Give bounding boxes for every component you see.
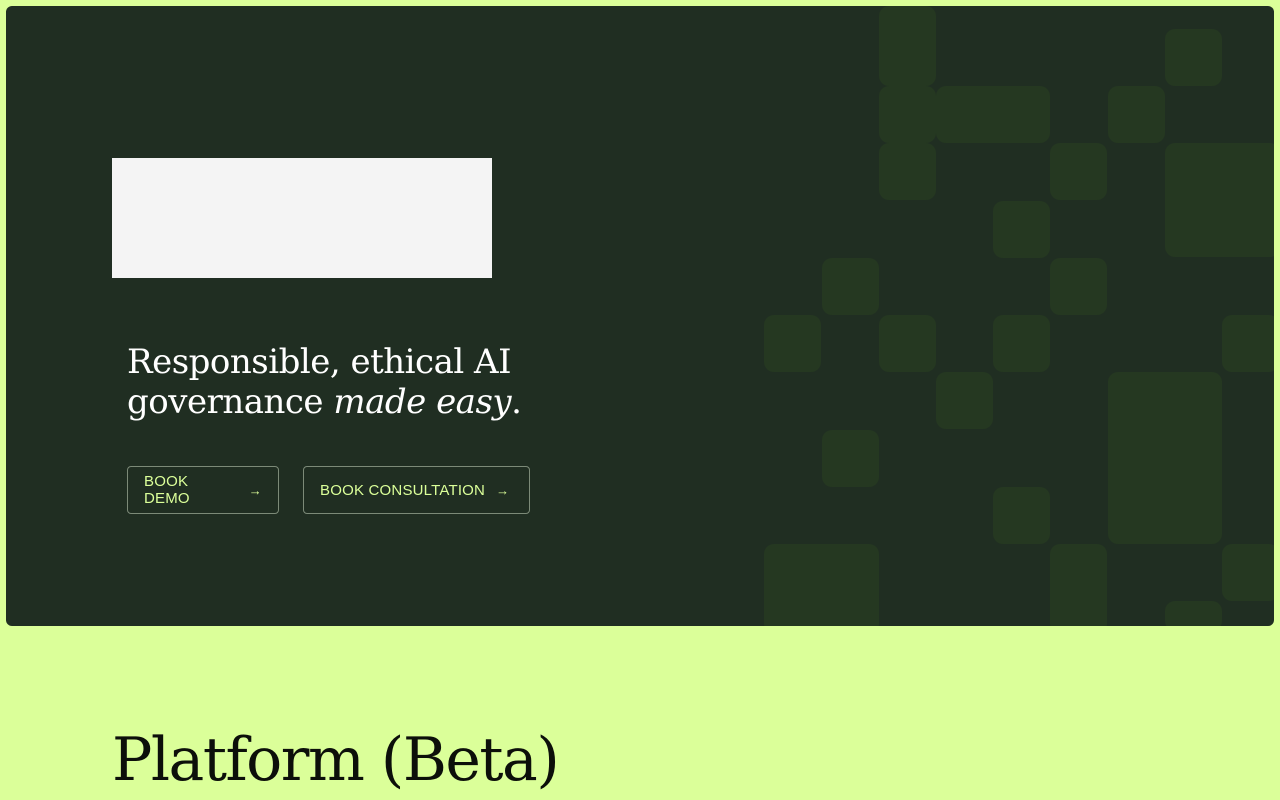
- hero-headline: Responsible, ethical AI governance made …: [127, 342, 587, 422]
- headline-period: .: [511, 382, 522, 422]
- headline-line-2-plain: governance: [127, 382, 334, 422]
- book-demo-button[interactable]: BOOK DEMO →: [127, 466, 279, 514]
- headline-line-2-italic: made easy: [333, 382, 512, 422]
- arrow-right-icon: →: [496, 482, 510, 498]
- book-consultation-label: BOOK CONSULTATION: [320, 481, 486, 499]
- hero-section: Responsible, ethical AI governance made …: [6, 6, 1274, 626]
- arrow-right-icon: →: [248, 482, 262, 498]
- headline-line-1: Responsible, ethical AI: [127, 342, 512, 382]
- logo-placeholder: [112, 158, 492, 278]
- book-consultation-button[interactable]: BOOK CONSULTATION →: [303, 466, 530, 514]
- decorative-block-pattern: [764, 6, 1274, 626]
- platform-section-title: Platform (Beta): [112, 725, 560, 795]
- book-demo-label: BOOK DEMO: [144, 473, 190, 507]
